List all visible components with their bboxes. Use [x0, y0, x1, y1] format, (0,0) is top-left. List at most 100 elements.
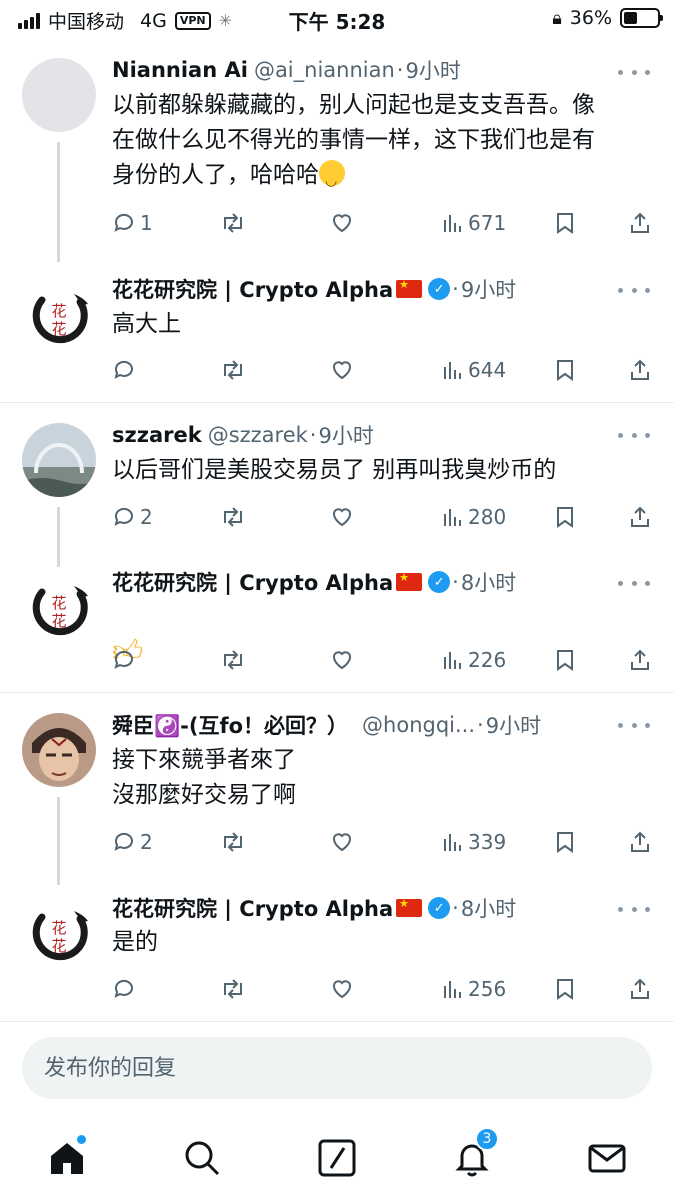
tweet-body: 以前都躲躲藏藏的，别人问起也是支支吾吾。像 在做什么见不得光的事情一样，这下我们…: [112, 88, 650, 199]
views-count: 671: [468, 211, 507, 235]
views-button[interactable]: 256: [442, 974, 506, 1004]
tweet-time[interactable]: 9小时: [461, 274, 516, 304]
retweet-button[interactable]: [220, 355, 246, 385]
tweet-time[interactable]: 8小时: [461, 893, 516, 923]
tweet[interactable]: 花 花 花花研究院 | Crypto Alpha ✓ · 8小时 👍︎ 226: [0, 546, 674, 691]
bookmark-button[interactable]: [554, 208, 576, 238]
tweet-time[interactable]: 9小时: [318, 420, 373, 450]
heart-icon: [333, 508, 351, 527]
like-button[interactable]: [330, 502, 354, 532]
retweet-icon: [224, 650, 242, 670]
views-icon: [444, 215, 461, 232]
avatar[interactable]: [22, 423, 96, 497]
like-button[interactable]: [330, 974, 354, 1004]
heart-icon: [333, 214, 351, 233]
views-count: 256: [468, 977, 507, 1001]
nav-search[interactable]: [177, 1133, 227, 1183]
nav-notifications[interactable]: 3: [447, 1127, 499, 1183]
retweet-button[interactable]: [220, 645, 246, 675]
reply-button[interactable]: [112, 645, 136, 675]
avatar[interactable]: [22, 713, 96, 787]
reply-button[interactable]: 2: [112, 827, 153, 857]
share-button[interactable]: [628, 355, 652, 385]
bookmark-button[interactable]: [554, 827, 576, 857]
retweet-icon: [224, 979, 242, 999]
reply-button[interactable]: 2: [112, 502, 153, 532]
bookmark-button[interactable]: [554, 355, 576, 385]
separator-dot: ·: [309, 423, 317, 447]
author-handle[interactable]: @hongqi...: [362, 713, 475, 737]
reply-button[interactable]: [112, 355, 136, 385]
like-button[interactable]: [330, 827, 354, 857]
nav-home[interactable]: [42, 1133, 92, 1183]
share-button[interactable]: [628, 502, 652, 532]
separator-dot: ·: [396, 58, 404, 82]
reply-icon: [114, 832, 133, 851]
bookmark-button[interactable]: [554, 502, 576, 532]
author-name[interactable]: Niannian Ai: [112, 58, 248, 82]
retweet-button[interactable]: [220, 208, 246, 238]
reply-button[interactable]: 1: [112, 208, 153, 238]
author-name[interactable]: szzarek: [112, 423, 202, 447]
tweet[interactable]: szzarek @szzarek · 9小时 以后哥们是美股交易员了 别再叫我臭…: [0, 403, 674, 567]
bookmark-icon: [557, 360, 573, 381]
share-button[interactable]: [628, 208, 652, 238]
nav-grok[interactable]: [312, 1133, 362, 1183]
like-button[interactable]: [330, 355, 354, 385]
share-button[interactable]: [628, 974, 652, 1004]
tweet-actions: 644: [112, 355, 652, 385]
tweet-time[interactable]: 9小时: [405, 55, 460, 85]
tweet[interactable]: 舜臣☯️-(互fo！必回？） @hongqi... · 9小时 接下來競爭者來了…: [0, 693, 674, 885]
nav-messages[interactable]: [582, 1133, 632, 1183]
avatar[interactable]: 花 花: [22, 572, 96, 646]
tweet-time[interactable]: 8小时: [461, 567, 516, 597]
avatar[interactable]: [22, 58, 96, 132]
avatar[interactable]: 花 花: [22, 897, 96, 971]
tweet[interactable]: 花 花 花花研究院 | Crypto Alpha ✓ · 9小时 高大上 644: [0, 250, 674, 400]
views-button[interactable]: 280: [442, 502, 506, 532]
more-options-icon[interactable]: [618, 573, 650, 593]
author-handle[interactable]: @ai_niannian: [254, 58, 395, 82]
tweet-text: 是的: [112, 929, 158, 955]
bookmark-button[interactable]: [554, 974, 576, 1004]
reply-input[interactable]: [22, 1037, 652, 1099]
share-button[interactable]: [628, 645, 652, 675]
tweet[interactable]: Niannian Ai @ai_niannian · 9小时 以前都躲躲藏藏的，…: [0, 40, 674, 262]
author-name[interactable]: 花花研究院 | Crypto Alpha: [112, 567, 393, 597]
retweet-button[interactable]: [220, 974, 246, 1004]
author-name[interactable]: 舜臣☯️-(互fo！必回？）: [112, 710, 348, 740]
heart-icon: [333, 651, 351, 670]
tweet-time[interactable]: 9小时: [486, 710, 541, 740]
views-icon: [444, 981, 461, 998]
like-button[interactable]: [330, 208, 354, 238]
more-options-icon[interactable]: [618, 715, 650, 735]
views-button[interactable]: 226: [442, 645, 506, 675]
views-button[interactable]: 671: [442, 208, 506, 238]
grinning-squinting-face-emoji: [319, 160, 345, 199]
more-options-icon[interactable]: [618, 62, 650, 82]
messages-icon: [588, 1144, 626, 1173]
reply-box[interactable]: [22, 1037, 652, 1099]
avatar[interactable]: 花 花: [22, 280, 96, 354]
tweet-actions: 2 280: [112, 502, 652, 532]
bookmark-button[interactable]: [554, 645, 576, 675]
tweet[interactable]: 花 花 花花研究院 | Crypto Alpha ✓ · 8小时 是的 256: [0, 871, 674, 1021]
share-button[interactable]: [628, 827, 652, 857]
more-options-icon[interactable]: [618, 280, 650, 300]
author-name[interactable]: 花花研究院 | Crypto Alpha: [112, 274, 393, 304]
share-icon: [631, 649, 649, 670]
more-options-icon[interactable]: [618, 899, 650, 919]
views-button[interactable]: 339: [442, 827, 506, 857]
author-name[interactable]: 花花研究院 | Crypto Alpha: [112, 893, 393, 923]
views-button[interactable]: 644: [442, 355, 506, 385]
retweet-button[interactable]: [220, 502, 246, 532]
reply-button[interactable]: [112, 974, 136, 1004]
verified-badge-icon: ✓: [428, 571, 451, 593]
separator-dot: ·: [452, 277, 459, 301]
author-handle[interactable]: @szzarek: [208, 423, 308, 447]
like-button[interactable]: [330, 645, 354, 675]
more-options-icon[interactable]: [618, 425, 650, 445]
reply-icon: [114, 360, 133, 379]
svg-text:花: 花: [51, 937, 66, 955]
retweet-button[interactable]: [220, 827, 246, 857]
